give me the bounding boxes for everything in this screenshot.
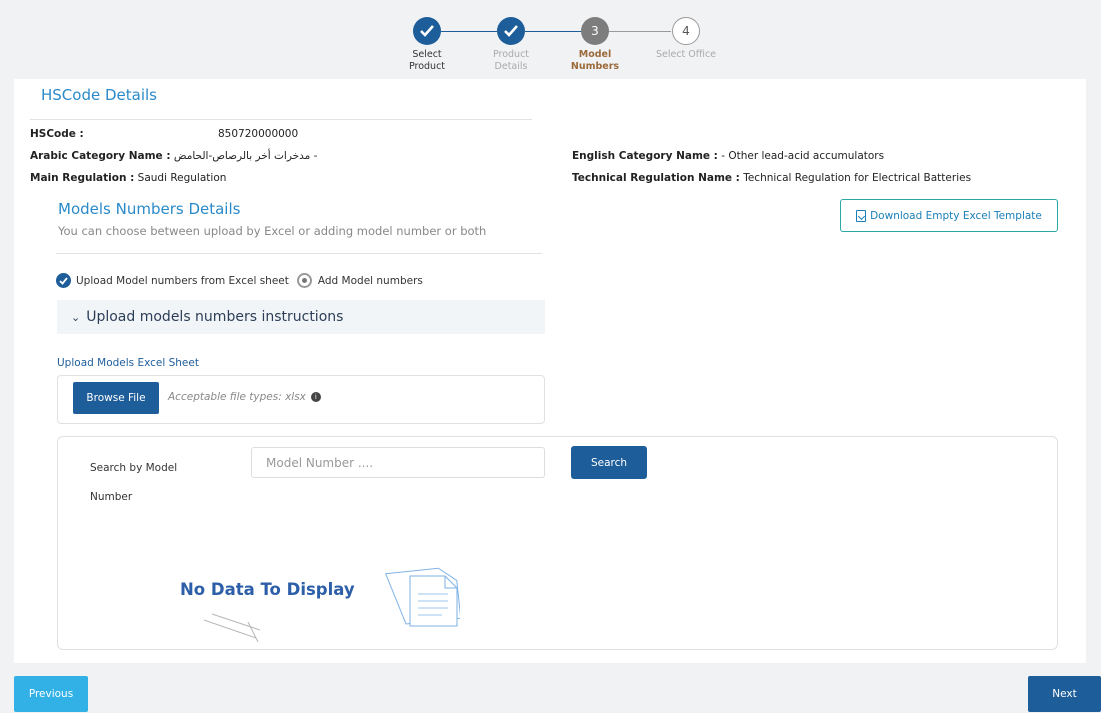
step-select-product[interactable]: Select Product	[387, 17, 467, 73]
english-category-value: - Other lead-acid accumulators	[721, 150, 885, 162]
radio-excel-label[interactable]: Upload Model numbers from Excel sheet	[76, 275, 289, 287]
previous-button[interactable]: Previous	[14, 676, 88, 712]
hscode-row: HSCode :	[30, 128, 84, 140]
accordion-label: Upload models numbers instructions	[86, 309, 344, 325]
download-template-label: Download Empty Excel Template	[870, 209, 1042, 222]
instructions-accordion[interactable]: ⌄ Upload models numbers instructions	[57, 300, 545, 334]
main-regulation-row: Main Regulation : Saudi Regulation	[30, 172, 226, 184]
model-number-search-input[interactable]	[251, 447, 545, 478]
progress-stepper: Select Product Product Details 3 Model N…	[0, 0, 1101, 78]
chevron-down-icon: ⌄	[71, 310, 81, 324]
browse-file-button[interactable]: Browse File	[73, 382, 159, 414]
arabic-category-row: Arabic Category Name : - مدخرات أخر بالر…	[30, 150, 317, 162]
technical-regulation-row: Technical Regulation Name : Technical Re…	[572, 172, 971, 184]
step-label: Product Details	[492, 49, 530, 72]
check-icon	[497, 17, 525, 45]
step-label: Select Product	[408, 49, 446, 72]
hscode-section-title: HSCode Details	[41, 86, 157, 104]
english-category-label: English Category Name :	[572, 150, 718, 162]
step-model-numbers[interactable]: 3 Model Numbers	[555, 17, 635, 73]
step-select-office[interactable]: 4 Select Office	[646, 17, 726, 61]
technical-regulation-value: Technical Regulation for Electrical Batt…	[743, 172, 972, 184]
step-label: Model Numbers	[570, 49, 620, 72]
upload-method-radio-group: Upload Model numbers from Excel sheet Ad…	[56, 273, 423, 288]
step-number: 4	[672, 17, 700, 45]
download-file-icon	[856, 209, 867, 222]
divider	[56, 253, 542, 254]
info-icon[interactable]: i	[310, 392, 321, 402]
radio-add-icon[interactable]	[296, 273, 312, 288]
radio-add-label[interactable]: Add Model numbers	[318, 275, 423, 287]
acceptable-types-text: Acceptable file types: xlsx	[168, 391, 306, 403]
step-number: 3	[581, 17, 609, 45]
empty-document-illustration	[203, 567, 460, 643]
step-product-details[interactable]: Product Details	[471, 17, 551, 73]
no-data-message: No Data To Display	[180, 580, 355, 599]
check-icon	[413, 17, 441, 45]
hscode-value: 850720000000	[218, 128, 299, 140]
step-label: Select Office	[655, 49, 717, 60]
english-category-row: English Category Name : - Other lead-aci…	[572, 150, 884, 162]
models-section-subtitle: You can choose between upload by Excel o…	[58, 224, 487, 238]
technical-regulation-label: Technical Regulation Name :	[572, 172, 740, 184]
divider	[30, 119, 532, 120]
arabic-category-label: Arabic Category Name :	[30, 150, 171, 162]
main-regulation-label: Main Regulation :	[30, 172, 135, 184]
main-regulation-value: Saudi Regulation	[137, 172, 227, 184]
next-button[interactable]: Next	[1028, 676, 1101, 712]
download-template-button[interactable]: Download Empty Excel Template	[840, 199, 1058, 232]
radio-excel-selected-icon[interactable]	[56, 273, 71, 288]
acceptable-types-hint: Acceptable file types: xlsx i	[168, 391, 321, 403]
search-label: Search by Model Number	[90, 462, 178, 503]
upload-excel-label: Upload Models Excel Sheet	[57, 357, 199, 369]
arabic-category-value: - مدخرات أخر بالرصاص-الحامض	[173, 150, 318, 162]
search-button[interactable]: Search	[571, 446, 647, 479]
hscode-label: HSCode :	[30, 128, 84, 140]
models-section-title: Models Numbers Details	[58, 200, 241, 218]
